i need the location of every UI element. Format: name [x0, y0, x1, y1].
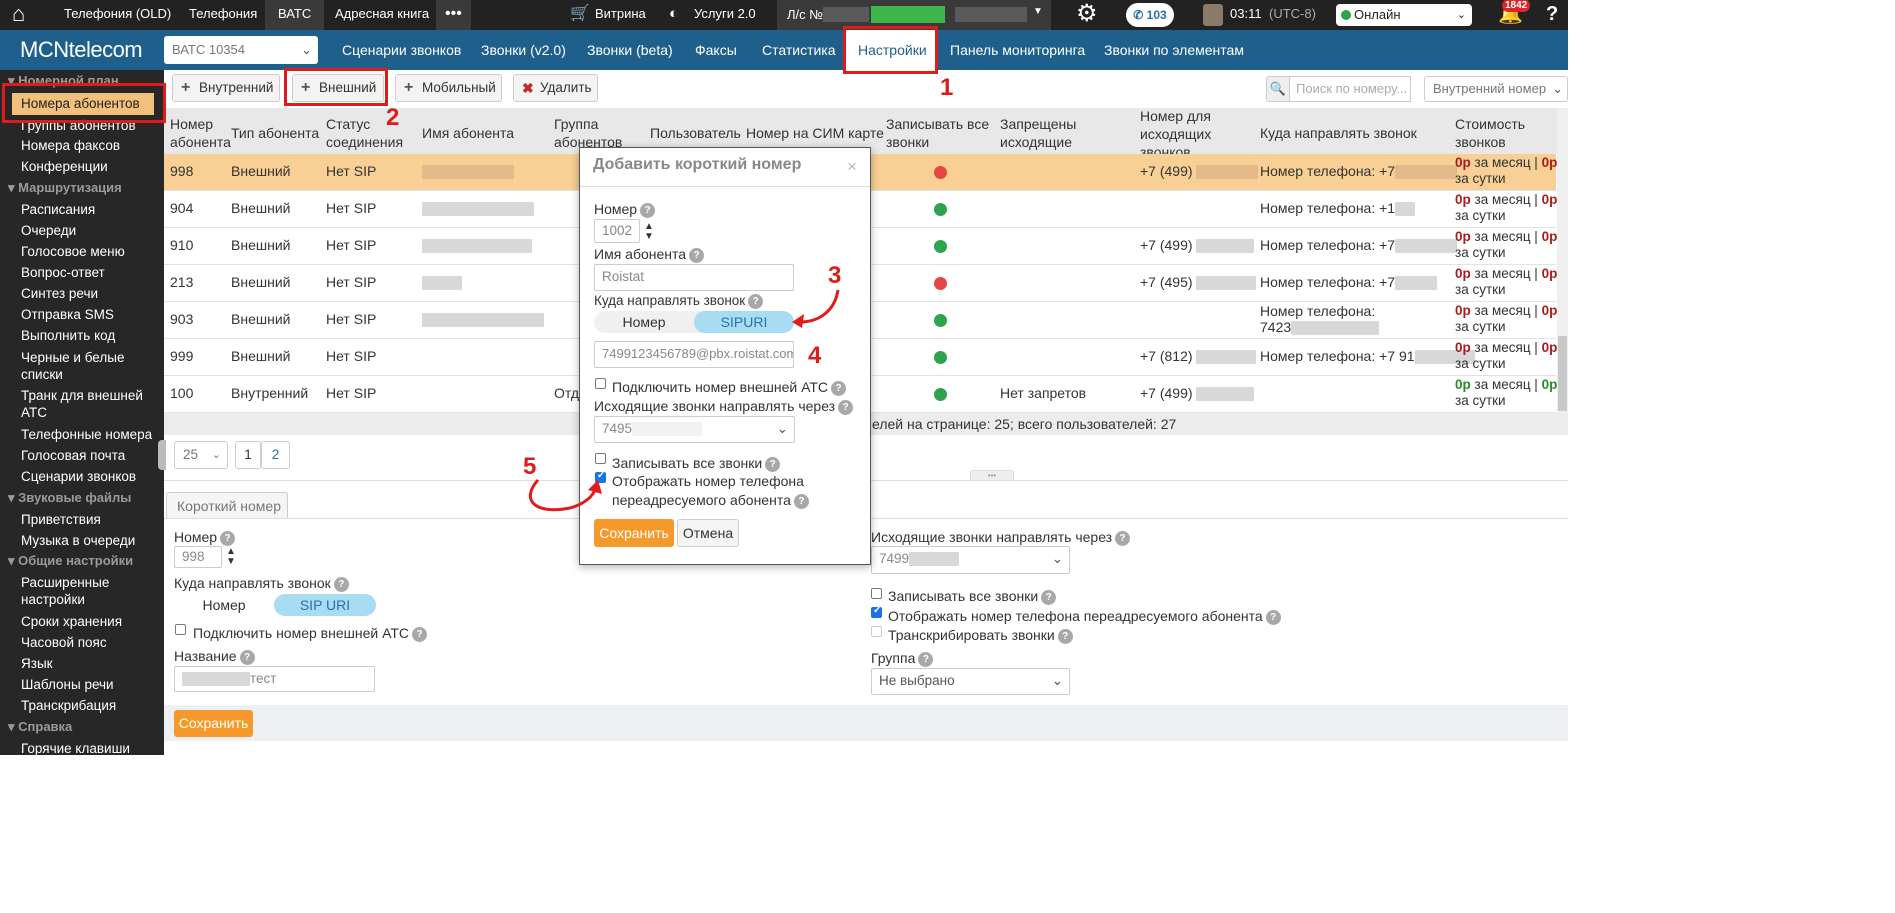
- annotation-arrows: [528, 289, 840, 512]
- arrow-3: [799, 289, 840, 324]
- arrow-3-head: [792, 314, 804, 328]
- arrow-5-head: [588, 480, 602, 494]
- arrow-5: [528, 478, 598, 512]
